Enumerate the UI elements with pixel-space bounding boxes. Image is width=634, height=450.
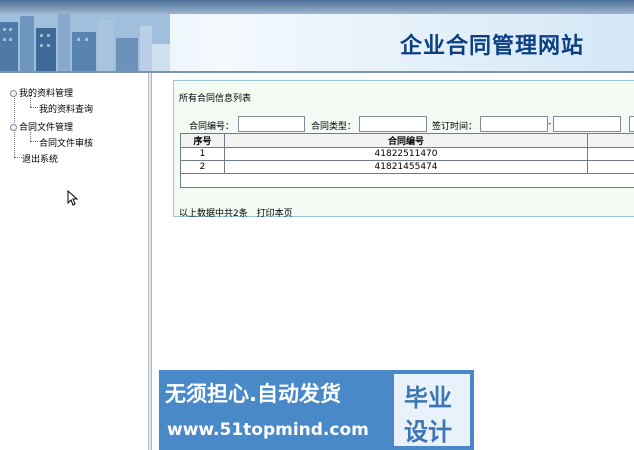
site-header: 企业合同管理网站 (0, 14, 634, 71)
sidebar-item-my-profile-management[interactable]: 我的资料管理 (10, 86, 73, 99)
sign-time-label: 签订时间： (432, 122, 478, 132)
cell-index: 1 (180, 147, 225, 161)
watermark-banner: 无须担心.自动发货 www.51topmind.com 毕业 设计 (159, 370, 474, 450)
tree-folder-icon (10, 124, 17, 131)
sidebar-item-label: 我的资料查询 (39, 105, 94, 115)
frame-splitter[interactable] (149, 73, 152, 450)
top-strip (0, 0, 634, 14)
contract-table: 序号 合同编号 1 41822511470 2 41821455474 (180, 133, 634, 188)
sidebar-item-label: 合同文件管理 (19, 123, 74, 133)
tree-connector (30, 141, 38, 142)
column-header-contract-number: 合同编号 (223, 133, 589, 148)
watermark-logo-box: 毕业 设计 (394, 374, 470, 446)
table-pager-row (180, 173, 634, 188)
tree-folder-icon (10, 90, 17, 97)
sign-time-to-input[interactable] (553, 116, 621, 132)
search-extra-input[interactable] (629, 116, 634, 132)
cell-extra (587, 160, 634, 174)
watermark-logo-line1: 毕业 (404, 384, 452, 412)
date-range-separator: - (548, 119, 552, 129)
table-row[interactable]: 1 41822511470 (180, 147, 634, 161)
table-row[interactable]: 2 41821455474 (180, 160, 634, 174)
watermark-logo-line2: 设计 (404, 418, 452, 446)
watermark-slogan: 无须担心.自动发货 (165, 382, 341, 406)
tree-connector (14, 157, 22, 158)
city-skyline-image (0, 14, 170, 71)
contract-type-label: 合同类型： (311, 122, 357, 132)
cell-contract-number: 41821455474 (223, 160, 589, 174)
table-header-row: 序号 合同编号 (180, 133, 634, 148)
cell-extra (587, 147, 634, 161)
panel-title: 所有合同信息列表 (179, 94, 252, 104)
mouse-cursor-icon (67, 190, 79, 206)
sidebar-item-label: 退出系统 (22, 155, 59, 165)
contract-number-input[interactable] (238, 116, 305, 132)
print-page-link[interactable]: 打印本页 (257, 209, 293, 219)
contract-list-panel: 所有合同信息列表 合同编号： 合同类型： 签订时间： - 序号 合同编号 1 4… (173, 80, 634, 219)
sidebar-item-my-profile-query[interactable]: 我的资料查询 (39, 102, 93, 115)
watermark-left: 无须担心.自动发货 www.51topmind.com (159, 370, 391, 450)
contract-type-input[interactable] (359, 116, 427, 132)
site-title: 企业合同管理网站 (399, 34, 584, 59)
column-header-extra (587, 133, 634, 148)
table-footer: 以上数据中共2条 打印本页 (179, 206, 293, 219)
sidebar-item-logout[interactable]: 退出系统 (22, 152, 58, 165)
pager-cell (180, 173, 634, 188)
sidebar-item-contract-file-review[interactable]: 合同文件审核 (39, 136, 93, 149)
column-header-index: 序号 (180, 133, 225, 148)
watermark-url: www.51topmind.com (167, 420, 369, 440)
cell-contract-number: 41822511470 (223, 147, 589, 161)
sidebar-item-contract-file-management[interactable]: 合同文件管理 (10, 120, 73, 133)
contract-number-label: 合同编号： (189, 122, 235, 132)
tree-connector (30, 107, 38, 108)
sign-time-from-input[interactable] (480, 116, 548, 132)
sidebar-item-label: 合同文件审核 (39, 139, 94, 149)
record-count-summary: 以上数据中共2条 (179, 209, 248, 219)
sidebar-item-label: 我的资料管理 (19, 89, 74, 99)
cell-index: 2 (180, 160, 225, 174)
sidebar: 我的资料管理 我的资料查询 合同文件管理 合同文件审核 退出系统 (0, 73, 149, 450)
